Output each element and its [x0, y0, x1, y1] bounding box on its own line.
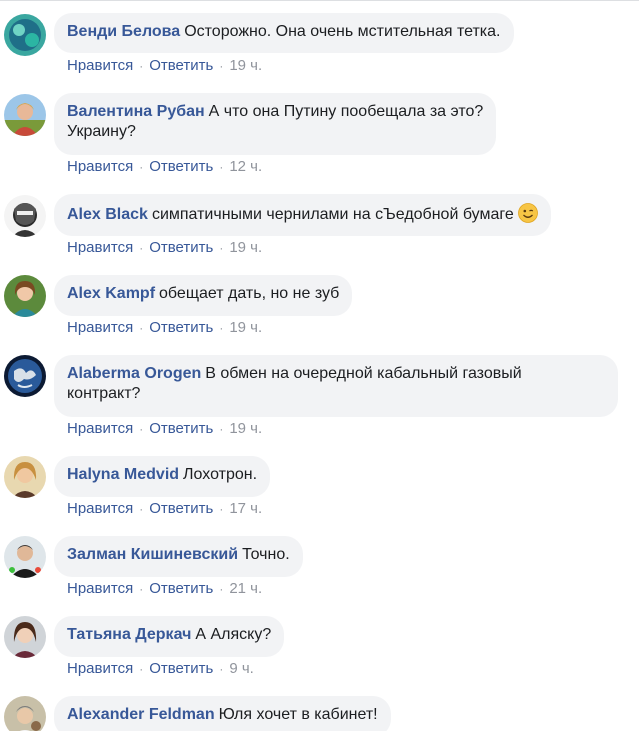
comment-actions: Нравится · Ответить · 19 ч.: [67, 420, 262, 438]
separator: ·: [139, 502, 144, 516]
comment-text: А что она Путину пообещала за это?: [208, 103, 484, 120]
separator: ·: [139, 321, 144, 335]
comment-text: Осторожно. Она очень мстительная тетка.: [184, 23, 501, 40]
like-link[interactable]: Нравится: [67, 500, 133, 517]
separator: ·: [139, 422, 144, 436]
avatar[interactable]: [4, 94, 46, 136]
separator: ·: [219, 59, 224, 73]
like-link[interactable]: Нравится: [67, 420, 133, 437]
separator: ·: [139, 662, 144, 676]
comment-text: обещает дать, но не зуб: [159, 285, 340, 302]
timestamp[interactable]: 19 ч.: [229, 319, 262, 336]
separator: ·: [219, 502, 224, 516]
comment-actions: Нравится · Ответить · 9 ч.: [67, 660, 254, 678]
avatar[interactable]: [4, 616, 46, 658]
comment-actions: Нравится · Ответить · 17 ч.: [67, 500, 262, 518]
comment-bubble: Halyna Medvid Лохотрон.: [54, 456, 271, 497]
avatar[interactable]: [4, 275, 46, 317]
timestamp[interactable]: 17 ч.: [229, 500, 262, 517]
comment-actions: Нравится · Ответить · 19 ч.: [67, 57, 262, 75]
like-link[interactable]: Нравится: [67, 580, 133, 597]
comment-actions: Нравится · Ответить · 21 ч.: [67, 580, 262, 598]
comment-author[interactable]: Alex Black: [67, 206, 148, 223]
comment-text-line2: контракт?: [67, 385, 141, 402]
comment-text: А Аляску?: [195, 626, 272, 643]
comment-bubble: Залман Кишиневский Точно.: [54, 536, 303, 577]
comment-text-line2: Украину?: [67, 123, 136, 140]
avatar[interactable]: [4, 696, 46, 731]
like-link[interactable]: Нравится: [67, 158, 133, 175]
avatar[interactable]: [4, 536, 46, 578]
timestamp[interactable]: 9 ч.: [229, 660, 254, 677]
reply-link[interactable]: Ответить: [149, 239, 213, 256]
comment-author[interactable]: Залман Кишиневский: [67, 546, 238, 563]
comment-text: В обмен на очередной кабальный газовый: [205, 365, 522, 382]
comment-author[interactable]: Alaberma Orogen: [67, 365, 201, 382]
comment-text: Юля хочет в кабинет!: [218, 706, 378, 723]
reply-link[interactable]: Ответить: [149, 500, 213, 517]
timestamp[interactable]: 19 ч.: [229, 420, 262, 437]
timestamp[interactable]: 21 ч.: [229, 580, 262, 597]
reply-link[interactable]: Ответить: [149, 319, 213, 336]
separator: ·: [219, 160, 224, 174]
comment-text: Точно.: [242, 546, 290, 563]
avatar[interactable]: [4, 14, 46, 56]
reply-link[interactable]: Ответить: [149, 158, 213, 175]
separator: ·: [219, 321, 224, 335]
separator: ·: [219, 582, 224, 596]
timestamp[interactable]: 19 ч.: [229, 57, 262, 74]
reply-link[interactable]: Ответить: [149, 57, 213, 74]
separator: ·: [139, 582, 144, 596]
comment-bubble: Alaberma Orogen В обмен на очередной каба…: [54, 355, 618, 417]
reply-link[interactable]: Ответить: [149, 660, 213, 677]
separator: ·: [219, 241, 224, 255]
comment-actions: Нравится · Ответить · 12 ч.: [67, 158, 262, 176]
top-divider: [0, 0, 639, 1]
comment-author[interactable]: Валентина Рубан: [67, 103, 205, 120]
comment-actions: Нравится · Ответить · 19 ч.: [67, 239, 262, 257]
avatar[interactable]: [4, 355, 46, 397]
separator: ·: [219, 422, 224, 436]
comment-author[interactable]: Татьяна Деркач: [67, 626, 191, 643]
comment-actions: Нравится · Ответить · 19 ч.: [67, 319, 262, 337]
timestamp[interactable]: 19 ч.: [229, 239, 262, 256]
comment-bubble: Венди Белова Осторожно. Она очень мстител…: [54, 13, 514, 53]
comment-bubble: Валентина Рубан А что она Путину пообещал…: [54, 93, 497, 155]
like-link[interactable]: Нравится: [67, 319, 133, 336]
like-link[interactable]: Нравится: [67, 660, 133, 677]
avatar[interactable]: [4, 195, 46, 237]
like-link[interactable]: Нравится: [67, 57, 133, 74]
comment-author[interactable]: Alex Kampf: [67, 285, 155, 302]
comment-text: Лохотрон.: [183, 466, 258, 483]
comment-bubble: Татьяна Деркач А Аляску?: [54, 616, 285, 657]
avatar[interactable]: [4, 456, 46, 498]
comment-author[interactable]: Венди Белова: [67, 23, 180, 40]
separator: ·: [139, 59, 144, 73]
reply-link[interactable]: Ответить: [149, 580, 213, 597]
separator: ·: [139, 160, 144, 174]
comment-bubble: Alex Kampf обещает дать, но не зуб: [54, 275, 353, 316]
comment-bubble: Alex Black симпатичными чернилами на сЪед…: [54, 194, 551, 236]
separator: ·: [139, 241, 144, 255]
comment-bubble: Alexander Feldman Юля хочет в кабинет!: [54, 696, 391, 731]
wink-smile-emoji: [517, 203, 538, 223]
reply-link[interactable]: Ответить: [149, 420, 213, 437]
timestamp[interactable]: 12 ч.: [229, 158, 262, 175]
like-link[interactable]: Нравится: [67, 239, 133, 256]
comment-text: симпатичными чернилами на сЪедобной бума…: [151, 206, 514, 223]
comment-author[interactable]: Halyna Medvid: [67, 466, 179, 483]
separator: ·: [219, 662, 224, 676]
comment-author[interactable]: Alexander Feldman: [67, 706, 215, 723]
